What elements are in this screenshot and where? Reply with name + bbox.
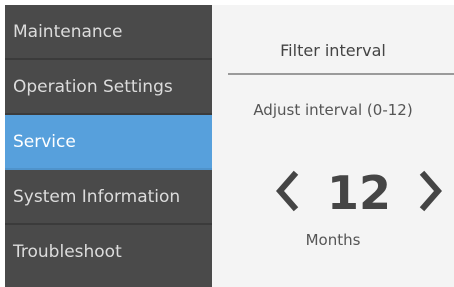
- sidebar-item-system-information[interactable]: System Information: [5, 170, 212, 225]
- chevron-left-icon: [276, 170, 299, 212]
- title-divider: [228, 73, 454, 75]
- sidebar-item-operation-settings[interactable]: Operation Settings: [5, 60, 212, 115]
- sidebar-menu: Maintenance Operation Settings Service S…: [5, 5, 212, 287]
- panel-instruction: Adjust interval (0-12): [253, 101, 413, 119]
- sidebar-item-maintenance[interactable]: Maintenance: [5, 5, 212, 60]
- panel-title: Filter interval: [280, 41, 386, 60]
- interval-value: 12: [326, 166, 391, 220]
- chevron-right-icon: [419, 170, 442, 212]
- device-screen: Maintenance Operation Settings Service S…: [5, 5, 454, 287]
- sidebar-item-troubleshoot[interactable]: Troubleshoot: [5, 225, 212, 280]
- decrease-button[interactable]: [270, 165, 304, 217]
- increase-button[interactable]: [414, 165, 448, 217]
- settings-panel: Filter interval Adjust interval (0-12) 1…: [212, 5, 454, 287]
- interval-unit: Months: [305, 231, 361, 249]
- sidebar-item-service[interactable]: Service: [5, 115, 212, 170]
